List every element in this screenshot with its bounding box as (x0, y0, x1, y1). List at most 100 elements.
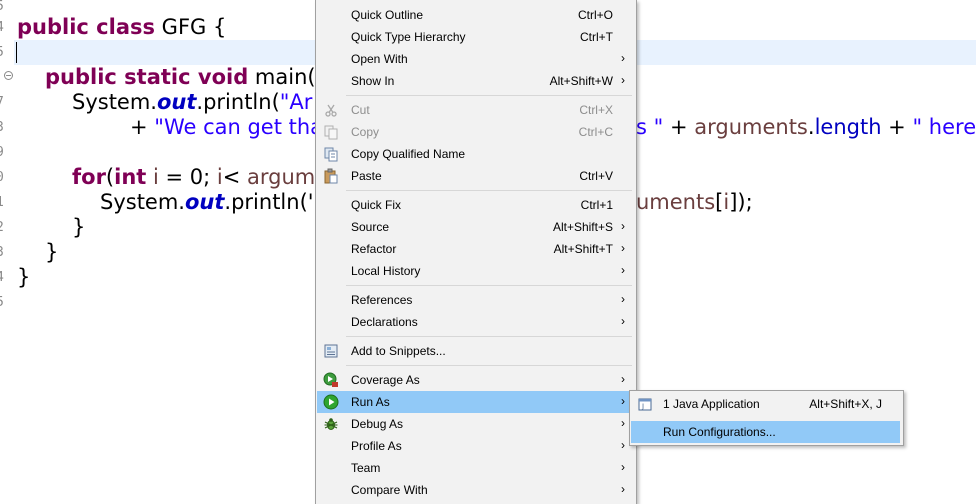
menu-item-quick-outline[interactable]: Quick Outline Ctrl+O (317, 4, 635, 26)
code-text: .println( (196, 90, 280, 114)
menu-separator (346, 190, 632, 191)
menu-item-label: Copy Qualified Name (351, 147, 466, 161)
menu-item-local-history[interactable]: Local History › (317, 260, 635, 282)
menu-separator (346, 95, 632, 96)
menu-item-quick-fix[interactable]: Quick Fix Ctrl+1 (317, 194, 635, 216)
menu-item-declarations[interactable]: Declarations › (317, 311, 635, 333)
line-number: 5 (0, 0, 4, 13)
run-icon (323, 394, 339, 410)
shortcut-text: Ctrl+X (579, 103, 613, 117)
code-text: System. (72, 90, 157, 114)
menu-item-debug-as[interactable]: Debug As › (317, 413, 635, 435)
keyword: for (72, 165, 106, 189)
variable: uments (636, 190, 716, 214)
code-line[interactable]: + "We can get tha (130, 115, 323, 140)
line-number: 4 (0, 21, 4, 34)
keyword: public static void (45, 65, 249, 89)
coverage-icon (323, 372, 339, 388)
code-line[interactable]: uments[i]); (636, 190, 753, 215)
submenu-arrow-icon: › (621, 263, 625, 277)
code-line[interactable]: for(int i = 0; i< argum (72, 165, 315, 190)
code-line[interactable]: } (45, 240, 58, 265)
menu-item-show-in[interactable]: Show In Alt+Shift+W › (317, 70, 635, 92)
menu-item-label: Source (351, 220, 390, 234)
submenu-arrow-icon: › (621, 438, 625, 452)
string-literal: "We can get tha (154, 115, 324, 139)
svg-text:J: J (641, 403, 644, 411)
code-text: + (130, 115, 155, 139)
menu-item-label: Declarations (351, 315, 418, 329)
keyword: int (114, 165, 147, 189)
code-line[interactable]: } (72, 215, 85, 240)
static-field: out (156, 90, 197, 114)
menu-item-label: Quick Outline (351, 8, 424, 22)
variable: arguments (694, 115, 808, 139)
text-caret (16, 42, 17, 63)
variable: argum (247, 165, 316, 189)
menu-item-label: Coverage As (351, 373, 420, 387)
submenu-item-java-application[interactable]: J 1 Java Application Alt+Shift+X, J (631, 393, 900, 415)
scissors-icon (323, 102, 339, 118)
menu-item-label: Team (351, 461, 381, 475)
code-text: .println(' (224, 190, 314, 214)
submenu-arrow-icon: › (621, 482, 625, 496)
line-number: 3 (0, 246, 4, 259)
menu-item-label: Run Configurations... (663, 425, 776, 439)
java-application-icon: J (637, 396, 653, 412)
string-literal: s " (636, 115, 664, 139)
submenu-item-run-configurations[interactable]: Run Configurations... (631, 421, 900, 443)
submenu-arrow-icon: › (621, 219, 625, 233)
menu-item-cut[interactable]: Cut Ctrl+X (317, 99, 635, 121)
line-number: 5 (0, 46, 4, 59)
line-number: 9 (0, 146, 4, 159)
menu-item-label: Refactor (351, 242, 397, 256)
string-literal: " here (912, 115, 976, 139)
menu-item-quick-type-hierarchy[interactable]: Quick Type Hierarchy Ctrl+T (317, 26, 635, 48)
menu-item-compare-with[interactable]: Compare With › (317, 479, 635, 501)
code-line[interactable]: System.out.println("Ar (72, 90, 312, 115)
menu-item-copy-qualified-name[interactable]: Copy Qualified Name (317, 143, 635, 165)
code-text: System. (100, 190, 185, 214)
menu-item-profile-as[interactable]: Profile As › (317, 435, 635, 457)
code-line[interactable]: public class GFG { (17, 15, 226, 40)
shortcut-text: Alt+Shift+W (549, 74, 613, 88)
menu-item-label: Local History (351, 264, 421, 278)
line-number: 5 (0, 296, 4, 309)
code-text: ]); (729, 190, 753, 214)
menu-item-open-with[interactable]: Open With › (317, 48, 635, 70)
line-number: 3 (0, 121, 4, 134)
code-line[interactable]: System.out.println(' (100, 190, 314, 215)
code-line[interactable]: public static void main( (45, 65, 316, 90)
code-text: + (663, 115, 695, 139)
code-line[interactable]: s " + arguments.length + " here (636, 115, 976, 140)
menu-item-label: Compare With (351, 483, 428, 497)
menu-item-refactor[interactable]: Refactor Alt+Shift+T › (317, 238, 635, 260)
menu-item-coverage-as[interactable]: Coverage As › (317, 369, 635, 391)
fold-toggle-icon[interactable]: − (4, 71, 13, 80)
field: length (814, 115, 882, 139)
copy-icon (323, 124, 339, 140)
copy-qualified-name-icon (323, 146, 339, 162)
code-line[interactable]: } (17, 265, 30, 290)
shortcut-text: Ctrl+C (578, 125, 613, 139)
shortcut-text: Ctrl+V (579, 169, 613, 183)
menu-item-run-as[interactable]: Run As › (317, 391, 635, 413)
menu-item-add-to-snippets[interactable]: Add to Snippets... (317, 340, 635, 362)
line-number: 1 (0, 196, 4, 209)
menu-item-source[interactable]: Source Alt+Shift+S › (317, 216, 635, 238)
string-literal: "Ar (279, 90, 313, 114)
menu-item-paste[interactable]: Paste Ctrl+V (317, 165, 635, 187)
menu-item-label: Add to Snippets... (351, 344, 446, 358)
menu-item-label: Show In (351, 74, 395, 88)
menu-item-references[interactable]: References › (317, 289, 635, 311)
menu-item-copy[interactable]: Copy Ctrl+C (317, 121, 635, 143)
menu-item-team[interactable]: Team › (317, 457, 635, 479)
shortcut-text: Ctrl+1 (580, 198, 613, 212)
submenu-arrow-icon: › (621, 51, 625, 65)
menu-separator (346, 336, 632, 337)
context-menu: Quick Outline Ctrl+O Quick Type Hierarchy… (315, 0, 637, 504)
code-text: ( (105, 165, 115, 189)
code-text: GFG { (155, 15, 227, 39)
line-number: 0 (0, 171, 4, 184)
